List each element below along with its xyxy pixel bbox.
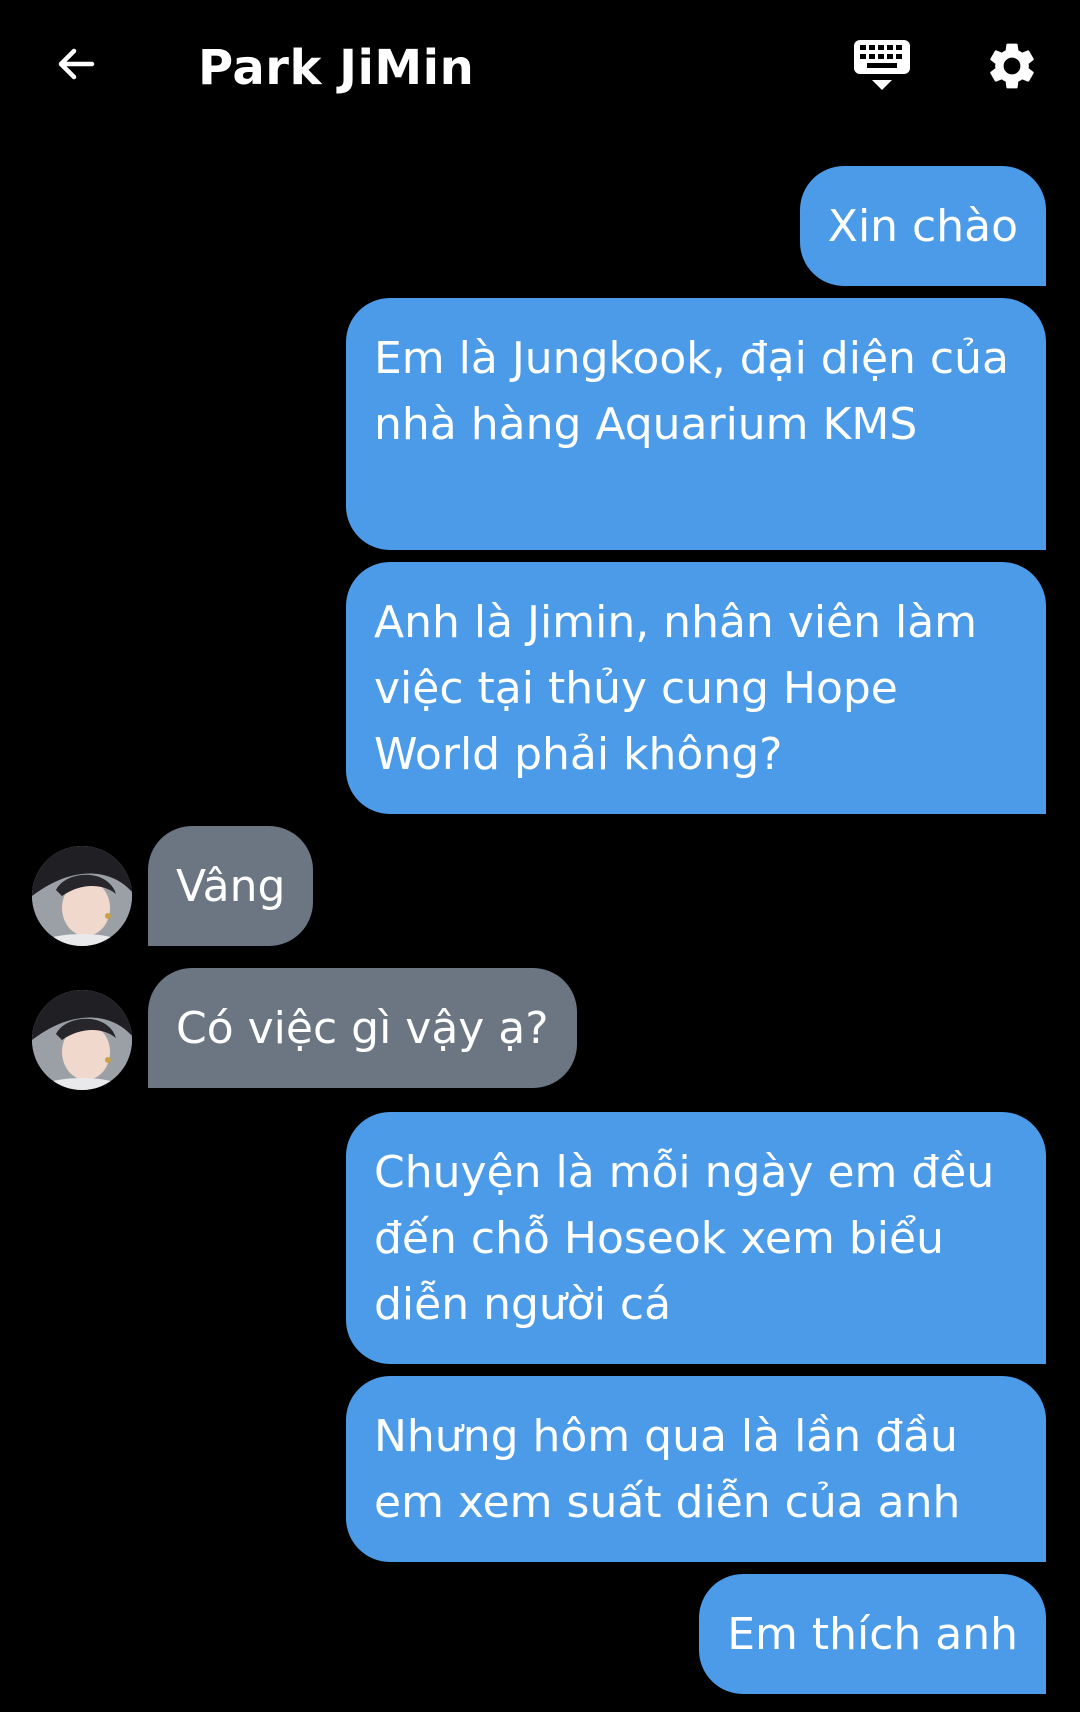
message-list[interactable]: Xin chào Em là Jungkook, đại diện của nh…: [0, 0, 1080, 1712]
avatar[interactable]: [32, 846, 132, 946]
message-bubble[interactable]: Nhưng hôm qua là lần đầu em xem suất diễ…: [346, 1376, 1046, 1562]
message-bubble[interactable]: Anh là Jimin, nhân viên làm việc tại thủ…: [346, 562, 1046, 814]
message-bubble[interactable]: Vâng: [148, 826, 314, 946]
avatar[interactable]: [32, 990, 132, 1090]
message-bubble[interactable]: Có việc gì vậy ạ?: [148, 968, 577, 1088]
contact-photo-icon: [32, 846, 132, 946]
message-bubble[interactable]: Em thích anh: [699, 1574, 1046, 1694]
message-bubble[interactable]: Chuyện là mỗi ngày em đều đến chỗ Hoseok…: [346, 1112, 1046, 1364]
contact-photo-icon: [32, 990, 132, 1090]
message-bubble[interactable]: Em là Jungkook, đại diện của nhà hàng Aq…: [346, 298, 1046, 550]
message-bubble[interactable]: Xin chào: [799, 166, 1046, 286]
